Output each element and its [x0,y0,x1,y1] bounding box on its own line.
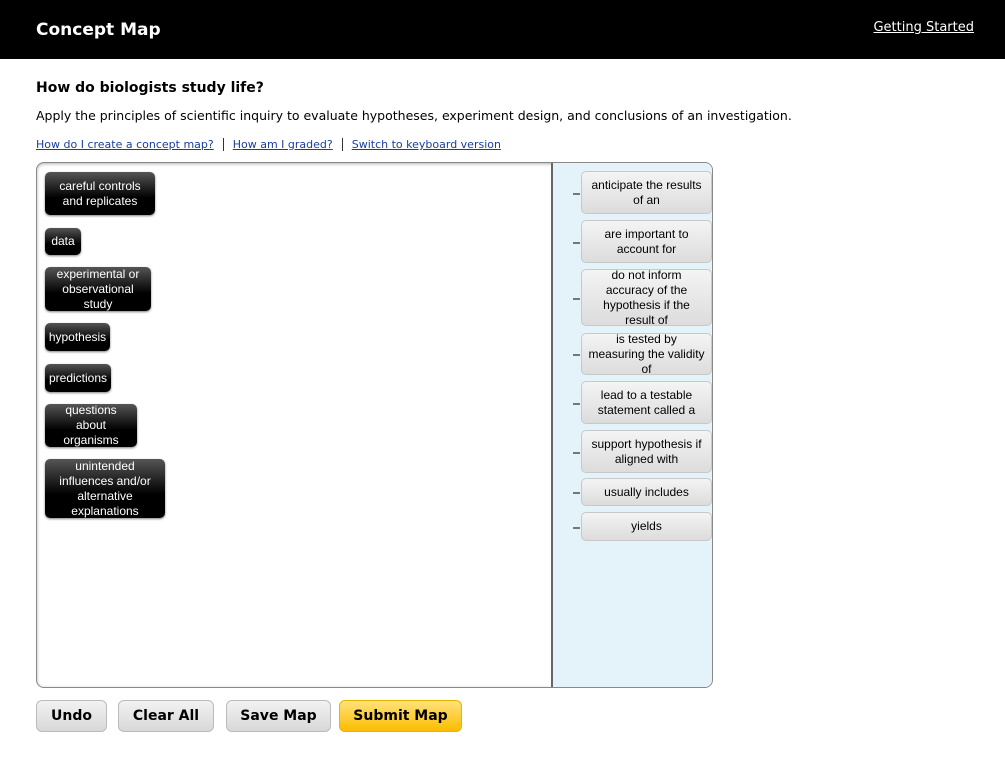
linking-phrase-label: support hypothesis if aligned with [591,436,702,466]
top-bar: Concept Map Getting Started [0,0,1005,59]
linking-phrase[interactable]: are important to account for [573,220,712,263]
connector-dash-icon[interactable] [573,192,580,195]
connector-dash-icon[interactable] [573,354,580,356]
keyboard-version-link[interactable]: Switch to keyboard version [341,138,510,151]
connector-dash-icon[interactable] [573,526,580,529]
clear-all-button[interactable]: Clear All [118,700,214,732]
connector-dash-icon[interactable] [573,297,580,300]
linking-phrase[interactable]: support hypothesis if aligned with [573,430,712,473]
linking-phrase-panel: anticipate the results of an are importan… [551,163,712,687]
concept-node[interactable]: predictions [45,364,111,392]
concept-node[interactable]: questions about organisms [45,403,137,447]
linking-phrase-label: lead to a testable statement called a [597,387,696,417]
concept-node[interactable]: careful controls and replicates [45,172,155,215]
how-graded-link[interactable]: How am I graded? [222,138,342,151]
connector-dash-icon[interactable] [573,241,580,244]
linking-phrase[interactable]: is tested by measuring the validity of [573,331,712,376]
concept-map-canvas[interactable]: careful controls and replicates data exp… [36,162,713,688]
concept-node[interactable]: unintended influences and/or alternative… [45,459,165,518]
linking-phrase[interactable]: do not inform accuracy of the hypothesis… [573,267,712,327]
description: Apply the principles of scientific inqui… [36,108,792,123]
connector-dash-icon[interactable] [573,492,580,494]
concept-node[interactable]: hypothesis [45,323,110,351]
undo-button[interactable]: Undo [36,700,107,732]
help-links: How do I create a concept map? How am I … [36,138,510,151]
how-to-create-link[interactable]: How do I create a concept map? [36,138,223,151]
connector-dash-icon[interactable] [573,402,580,405]
getting-started-link[interactable]: Getting Started [873,20,974,35]
save-map-button[interactable]: Save Map [226,700,331,732]
app-title: Concept Map [36,20,161,40]
linking-phrase-label: is tested by measuring the validity of [588,331,705,376]
linking-phrase-label: are important to account for [604,226,689,256]
question-heading: How do biologists study life? [36,80,264,96]
linking-phrase[interactable]: lead to a testable statement called a [573,381,712,424]
linking-phrase[interactable]: usually includes [573,478,712,506]
submit-map-button[interactable]: Submit Map [339,700,462,732]
linking-phrase-label: usually includes [604,484,689,499]
concept-node[interactable]: data [45,228,81,255]
linking-phrase[interactable]: yields [573,512,712,541]
linking-phrase-label: do not inform accuracy of the hypothesis… [603,267,690,327]
concept-node[interactable]: experimental or observational study [45,267,151,311]
connector-dash-icon[interactable] [573,451,580,454]
linking-phrase[interactable]: anticipate the results of an [573,171,712,214]
linking-phrase-label: anticipate the results of an [591,177,702,207]
linking-phrase-label: yields [631,519,662,533]
